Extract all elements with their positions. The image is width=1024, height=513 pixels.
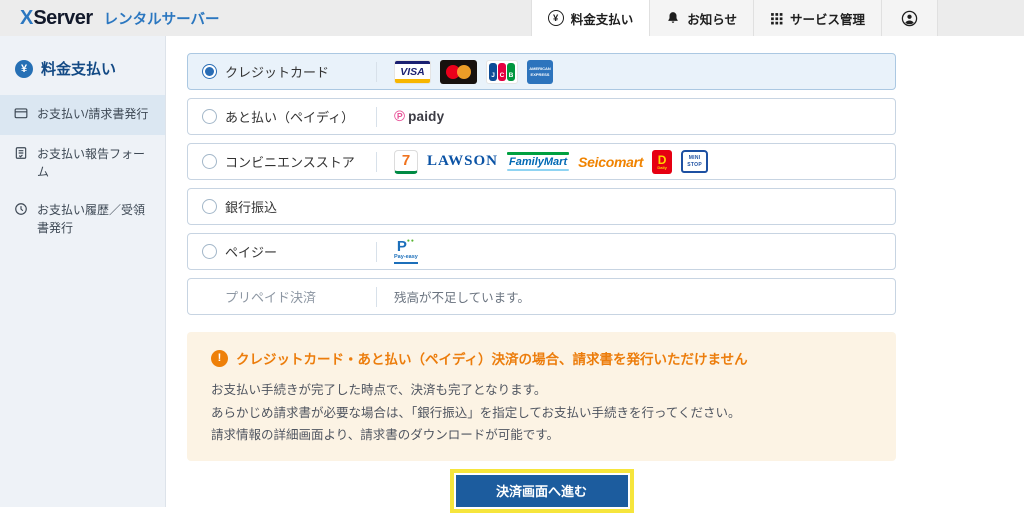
logo-suffix: レンタルサーバー — [103, 11, 220, 28]
amex-logo: AMERICAN EXPRESS — [527, 59, 553, 84]
payment-option-paidy[interactable]: あと払い（ペイディ） ℗ paidy — [187, 98, 896, 135]
proceed-to-payment-button[interactable]: 決済画面へ進む — [455, 474, 628, 507]
radio-payeasy[interactable] — [202, 244, 217, 259]
grid-icon — [770, 12, 783, 25]
sidebar-item-label: お支払い履歴／受領書発行 — [37, 203, 146, 235]
annotation-highlight: 決済画面へ進む — [449, 468, 634, 513]
header-filler — [938, 0, 1024, 36]
tab-services-label: サービス管理 — [789, 12, 865, 27]
prepaid-balance-note: 残高が不足しています。 — [394, 291, 530, 305]
ministop-logo: MINI STOP — [681, 150, 709, 173]
sidebar-item-label: お支払い/請求書発行 — [37, 107, 149, 121]
logo-brand-x: X — [20, 6, 33, 29]
radio-credit-card[interactable] — [202, 64, 217, 79]
header-spacer — [219, 0, 530, 36]
payment-option-label: ペイジー — [225, 245, 278, 260]
user-circle-icon — [901, 10, 918, 27]
tab-payment[interactable]: ¥ 料金支払い — [530, 0, 650, 36]
mastercard-logo — [440, 59, 477, 84]
notice-line: 請求情報の詳細画面より、請求書のダウンロードが可能です。 — [211, 428, 560, 442]
tab-news[interactable]: お知らせ — [649, 0, 753, 36]
app-logo[interactable]: X Server レンタルサーバー — [0, 0, 219, 36]
lawson-logo: LAWSON — [427, 153, 499, 169]
tab-account[interactable] — [881, 0, 938, 36]
payment-option-credit-card[interactable]: クレジットカード VISA JCB AMERICAN EXPRESS — [187, 53, 896, 90]
payment-method-list: クレジットカード VISA JCB AMERICAN EXPRESS あと払い（… — [187, 53, 896, 315]
daily-yamazaki-logo: D Daily — [652, 149, 673, 174]
pay-easy-logo: P●● Pay-easy — [394, 239, 418, 264]
sidebar-item-payment-invoice[interactable]: お支払い/請求書発行 — [0, 95, 165, 135]
seicomart-logo: Seicomart — [578, 153, 644, 170]
sidebar-item-payment-report[interactable]: お支払い報告フォーム — [0, 135, 165, 191]
radio-paidy[interactable] — [202, 109, 217, 124]
bell-icon — [666, 11, 680, 25]
sidebar: ¥ 料金支払い お支払い/請求書発行 お支払い報告フォーム お支払い履歴／受領書… — [0, 36, 166, 507]
notice-line: あらかじめ請求書が必要な場合は、「銀行振込」を指定してお支払い手続きを行ってくだ… — [211, 405, 741, 420]
sidebar-item-label: お支払い報告フォーム — [37, 147, 146, 179]
yen-badge-icon: ¥ — [15, 59, 33, 78]
payment-option-payeasy[interactable]: ペイジー P●● Pay-easy — [187, 233, 896, 270]
radio-bank-transfer[interactable] — [202, 199, 217, 214]
seven-eleven-logo: 7 — [394, 149, 418, 174]
tab-news-label: お知らせ — [687, 12, 737, 27]
report-form-icon — [14, 146, 28, 165]
sidebar-title: ¥ 料金支払い — [0, 58, 165, 95]
invoice-notice-box: ! クレジットカード・あと払い（ペイディ）決済の場合、請求書を発行いただけません… — [187, 332, 896, 461]
top-header: X Server レンタルサーバー ¥ 料金支払い お知らせ サービス管理 — [0, 0, 1024, 36]
visa-logo: VISA — [394, 59, 431, 84]
payment-option-prepaid: プリペイド決済 残高が不足しています。 — [187, 278, 896, 315]
payment-option-convenience-store[interactable]: コンビニエンスストア 7 LAWSON FamilyMart Seicomart… — [187, 143, 896, 180]
payment-option-label: プリペイド決済 — [225, 290, 317, 305]
payment-option-label: あと払い（ペイディ） — [225, 110, 355, 125]
payment-option-label: コンビニエンスストア — [225, 155, 355, 170]
payment-option-label: クレジットカード — [225, 65, 330, 80]
sidebar-title-label: 料金支払い — [41, 61, 117, 78]
clock-icon — [14, 202, 28, 221]
sidebar-item-payment-history[interactable]: お支払い履歴／受領書発行 — [0, 191, 165, 247]
notice-body: お支払い手続きが完了した時点で、決済も完了となります。 あらかじめ請求書が必要な… — [211, 379, 872, 447]
tab-services[interactable]: サービス管理 — [752, 0, 881, 36]
logo-brand-server: Server — [33, 6, 93, 29]
notice-title-text: クレジットカード・あと払い（ペイディ）決済の場合、請求書を発行いただけません — [236, 352, 748, 367]
jcb-logo: JCB — [486, 59, 518, 84]
radio-convenience-store[interactable] — [202, 154, 217, 169]
payment-option-bank-transfer[interactable]: 銀行振込 — [187, 188, 896, 225]
header-tabs: ¥ 料金支払い お知らせ サービス管理 — [530, 0, 938, 36]
paidy-logo: ℗ paidy — [394, 108, 445, 125]
notice-line: お支払い手続きが完了した時点で、決済も完了となります。 — [211, 383, 547, 397]
tab-payment-label: 料金支払い — [570, 12, 634, 27]
familymart-logo: FamilyMart — [507, 152, 570, 171]
card-icon — [14, 106, 28, 125]
yen-circle-icon: ¥ — [547, 10, 564, 26]
payment-option-label: 銀行振込 — [225, 200, 278, 215]
warning-exclamation-icon: ! — [211, 349, 228, 367]
main-content: クレジットカード VISA JCB AMERICAN EXPRESS あと払い（… — [166, 36, 1024, 513]
